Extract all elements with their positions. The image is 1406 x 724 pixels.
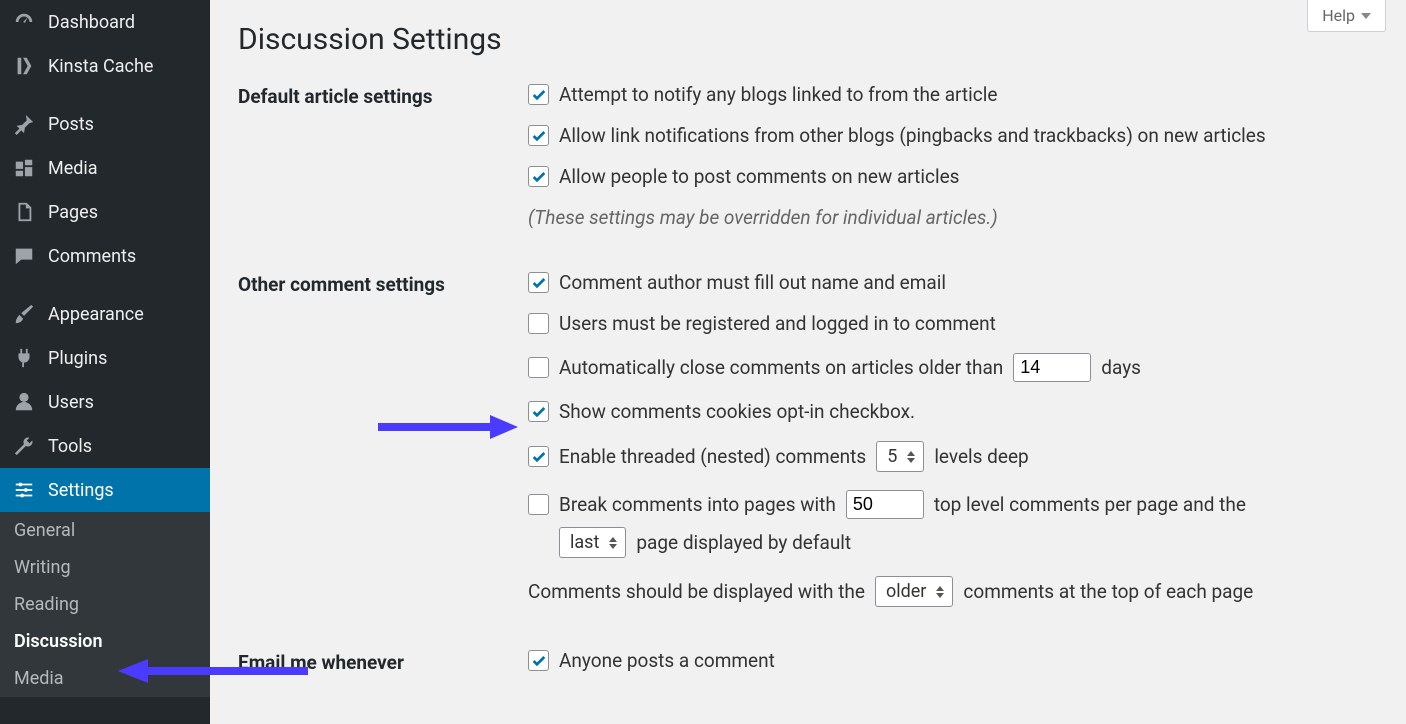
override-note: (These settings may be overridden for in… xyxy=(528,206,998,229)
sidebar-item-media[interactable]: Media xyxy=(0,146,210,190)
row-email-whenever: Email me whenever Anyone posts a comment xyxy=(238,649,1378,674)
chevron-down-icon xyxy=(1361,13,1371,19)
checkbox-notify-linked-blogs[interactable] xyxy=(528,84,549,105)
paginate-suffix: page displayed by default xyxy=(636,531,851,554)
option-label: Allow people to post comments on new art… xyxy=(559,165,959,188)
wrench-icon xyxy=(12,434,36,458)
sidebar-item-posts[interactable]: Posts xyxy=(0,102,210,146)
checkbox-auto-close[interactable] xyxy=(528,357,549,378)
row-heading: Default article settings xyxy=(238,83,528,108)
select-caret-icon xyxy=(609,537,617,549)
plug-icon xyxy=(12,346,36,370)
media-icon xyxy=(12,156,36,180)
settings-sub-media[interactable]: Media xyxy=(0,660,210,697)
auto-close-suffix: days xyxy=(1101,356,1141,379)
sidebar-item-label: Users xyxy=(48,392,94,413)
sidebar-item-label: Appearance xyxy=(48,304,144,325)
select-thread-levels[interactable]: 5 xyxy=(876,441,924,472)
paginate-mid: top level comments per page and the xyxy=(934,493,1246,516)
option-label: Users must be registered and logged in t… xyxy=(559,312,996,335)
sliders-icon xyxy=(12,478,36,502)
page-title: Discussion Settings xyxy=(238,22,1378,57)
sidebar-item-label: Kinsta Cache xyxy=(48,56,153,77)
settings-sub-general[interactable]: General xyxy=(0,512,210,549)
row-other-comment: Other comment settings Comment author mu… xyxy=(238,271,1378,607)
sidebar-item-kinsta-cache[interactable]: Kinsta Cache xyxy=(0,44,210,88)
checkbox-cookies-optin[interactable] xyxy=(528,401,549,422)
comment-icon xyxy=(12,244,36,268)
sidebar-item-label: Pages xyxy=(48,202,98,223)
sidebar-item-label: Settings xyxy=(48,480,114,501)
select-comment-order[interactable]: older xyxy=(875,576,953,607)
option-label: Attempt to notify any blogs linked to fr… xyxy=(559,83,997,106)
sidebar-item-users[interactable]: Users xyxy=(0,380,210,424)
help-tab-label: Help xyxy=(1322,6,1355,25)
admin-sidebar: Dashboard Kinsta Cache Posts Media Pages… xyxy=(0,0,210,724)
pages-icon xyxy=(12,200,36,224)
settings-sub-discussion[interactable]: Discussion xyxy=(0,623,210,660)
sidebar-item-comments[interactable]: Comments xyxy=(0,234,210,278)
option-label: Allow link notifications from other blog… xyxy=(559,124,1266,147)
option-label: Show comments cookies opt-in checkbox. xyxy=(559,400,915,423)
select-caret-icon xyxy=(907,451,915,463)
checkbox-allow-pingbacks[interactable] xyxy=(528,125,549,146)
sidebar-item-label: Comments xyxy=(48,246,136,267)
checkbox-require-registered[interactable] xyxy=(528,313,549,334)
threaded-prefix: Enable threaded (nested) comments xyxy=(559,445,866,468)
sidebar-item-label: Tools xyxy=(48,436,92,457)
checkbox-allow-comments[interactable] xyxy=(528,166,549,187)
sidebar-item-settings[interactable]: Settings xyxy=(0,468,210,512)
sidebar-item-label: Posts xyxy=(48,114,94,135)
row-default-article: Default article settings Attempt to noti… xyxy=(238,83,1378,229)
help-tab[interactable]: Help xyxy=(1307,0,1386,32)
sidebar-item-label: Plugins xyxy=(48,348,107,369)
option-label: Anyone posts a comment xyxy=(559,649,775,672)
paginate-prefix: Break comments into pages with xyxy=(559,493,836,516)
row-heading: Other comment settings xyxy=(238,271,528,296)
users-icon xyxy=(12,390,36,414)
input-per-page[interactable] xyxy=(846,490,924,519)
kinsta-icon xyxy=(12,54,36,78)
sidebar-item-label: Dashboard xyxy=(48,12,135,33)
dashboard-icon xyxy=(12,10,36,34)
auto-close-prefix: Automatically close comments on articles… xyxy=(559,356,1003,379)
checkbox-threaded-comments[interactable] xyxy=(528,446,549,467)
sidebar-item-appearance[interactable]: Appearance xyxy=(0,292,210,336)
order-suffix: comments at the top of each page xyxy=(963,580,1253,603)
row-heading: Email me whenever xyxy=(238,649,528,674)
brush-icon xyxy=(12,302,36,326)
select-value: 5 xyxy=(887,446,897,467)
sidebar-item-dashboard[interactable]: Dashboard xyxy=(0,0,210,44)
threaded-suffix: levels deep xyxy=(934,445,1028,468)
sidebar-item-tools[interactable]: Tools xyxy=(0,424,210,468)
settings-sub-writing[interactable]: Writing xyxy=(0,549,210,586)
select-default-page[interactable]: last xyxy=(559,527,626,558)
select-value: older xyxy=(886,581,926,602)
input-auto-close-days[interactable] xyxy=(1013,353,1091,382)
pin-icon xyxy=(12,112,36,136)
option-label: Comment author must fill out name and em… xyxy=(559,271,946,294)
select-caret-icon xyxy=(936,586,944,598)
sidebar-item-plugins[interactable]: Plugins xyxy=(0,336,210,380)
checkbox-require-name-email[interactable] xyxy=(528,272,549,293)
order-prefix: Comments should be displayed with the xyxy=(528,580,865,603)
select-value: last xyxy=(570,532,599,553)
checkbox-paginate-comments[interactable] xyxy=(528,494,549,515)
settings-sub-reading[interactable]: Reading xyxy=(0,586,210,623)
checkbox-anyone-posts[interactable] xyxy=(528,650,549,671)
settings-main: Help Discussion Settings Default article… xyxy=(210,0,1406,724)
sidebar-item-label: Media xyxy=(48,158,98,179)
sidebar-item-pages[interactable]: Pages xyxy=(0,190,210,234)
